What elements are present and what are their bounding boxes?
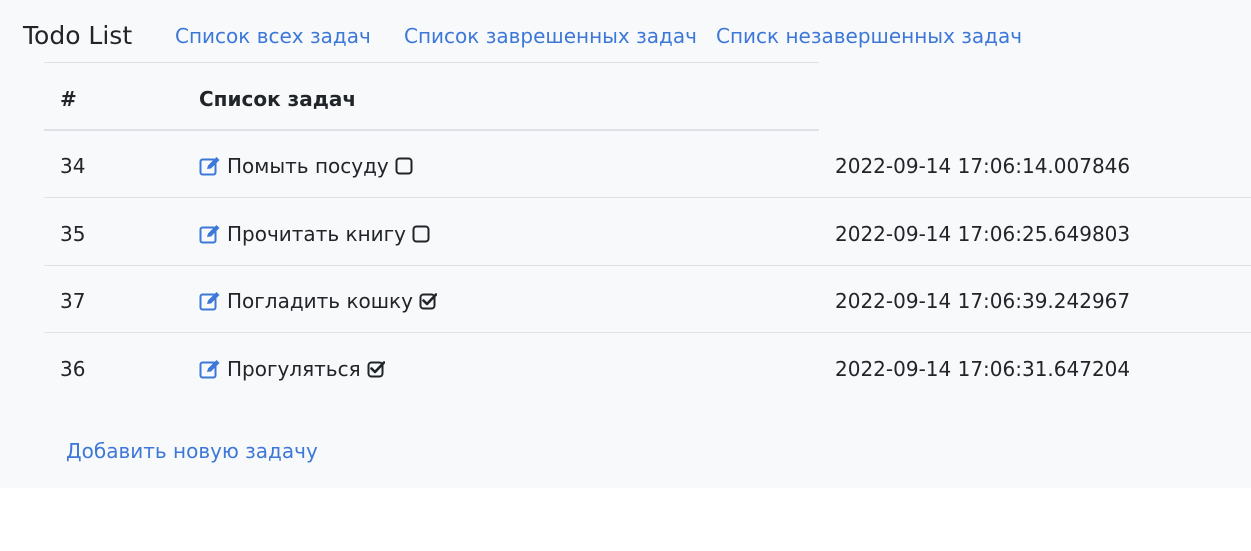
edit-icon[interactable] [199,291,221,311]
edit-icon[interactable] [199,359,221,379]
page-container: Todo List Список всех задач Списoк завре… [0,0,1251,488]
task-date: 2022-09-14 17:06:39.242967 [835,289,1131,313]
column-header-number: # [60,87,77,111]
table-top-border [44,62,819,63]
task-title[interactable]: Прочитать книгу [227,220,406,248]
square-icon[interactable] [395,157,413,175]
task-date: 2022-09-14 17:06:25.649803 [835,222,1131,246]
table-row: 34 Помыть посуду 2022-09-14 17:06:14.007… [44,131,1251,198]
task-title[interactable]: Помыть посуду [227,152,389,180]
task-id: 35 [60,222,86,246]
task-title[interactable]: Прогуляться [227,355,361,383]
task-date: 2022-09-14 17:06:14.007846 [835,154,1131,178]
task-id: 37 [60,289,86,313]
task-id: 34 [60,154,86,178]
table-row: 35 Прочитать книгу 2022-09-14 17:06:25.6… [44,199,1251,266]
row-divider [44,197,1251,198]
edit-icon[interactable] [199,224,221,244]
edit-icon[interactable] [199,156,221,176]
task-date: 2022-09-14 17:06:31.647204 [835,357,1131,381]
check-square-icon[interactable] [419,292,437,310]
table-row: 36 Прогуляться 2022-09-14 17:06:31.64720… [44,334,1251,401]
column-header-tasks: Список задач [199,87,357,111]
check-square-icon[interactable] [367,360,385,378]
nav-link-incomplete-tasks[interactable]: Списк незавершенных задач [716,22,1022,50]
task-title[interactable]: Погладить кошку [227,287,413,315]
nav-link-completed-tasks[interactable]: Списoк заврешенных задач [404,22,697,50]
brand-title: Todo List [23,21,133,50]
row-divider [44,332,1251,333]
add-task-link[interactable]: Добавить новую задачу [66,437,318,465]
task-cell: Прочитать книгу [199,220,430,248]
task-id: 36 [60,357,86,381]
task-cell: Прогуляться [199,355,385,383]
square-icon[interactable] [412,225,430,243]
table-row: 37 Погладить кошку 2022-09-14 17:06:39.2… [44,266,1251,333]
task-cell: Помыть посуду [199,152,413,180]
task-cell: Погладить кошку [199,287,437,315]
nav-link-all-tasks[interactable]: Список всех задач [175,22,371,50]
